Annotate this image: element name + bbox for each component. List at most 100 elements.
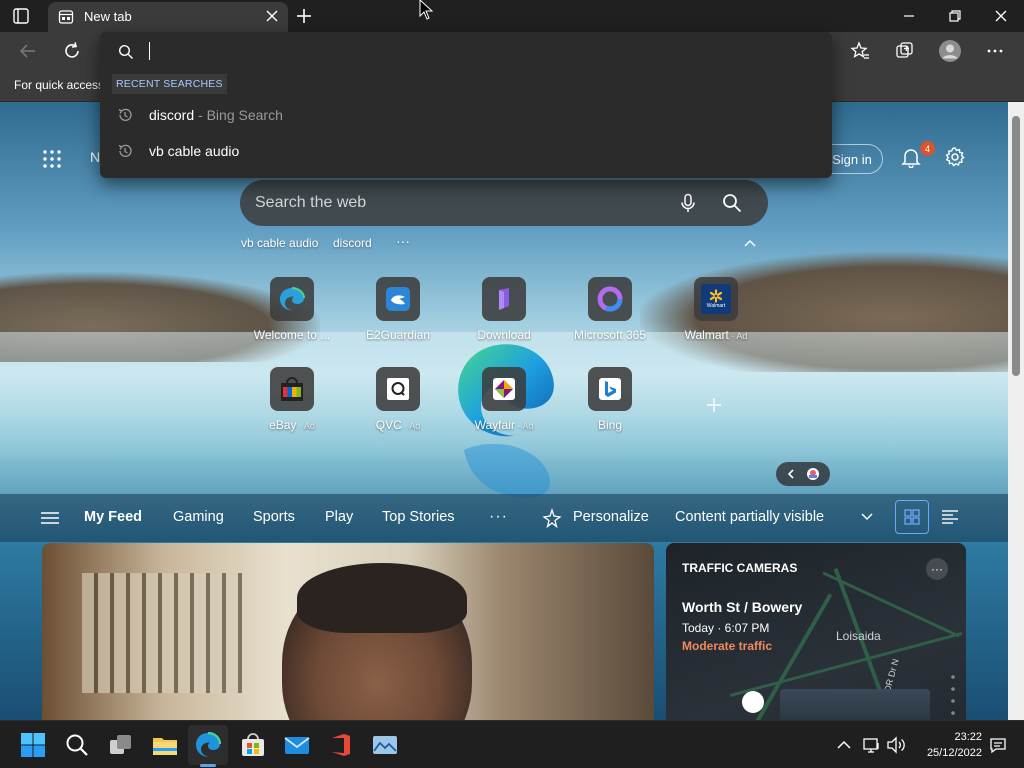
notification-count-badge: 4: [920, 141, 935, 156]
page-settings-gear-icon[interactable]: [944, 146, 966, 168]
quick-link-walmart[interactable]: Walmart Walmart · Ad: [668, 277, 764, 342]
chevron-down-icon[interactable]: [860, 512, 874, 522]
search-icon[interactable]: [722, 193, 742, 213]
quick-link-welcome[interactable]: Welcome to ...: [244, 277, 340, 342]
traffic-cameras-card[interactable]: TRAFFIC CAMERAS ··· Worth St / Bowery To…: [666, 543, 966, 720]
app-launcher-icon[interactable]: [42, 149, 62, 169]
notifications-bell-icon[interactable]: [900, 146, 922, 168]
quick-link-microsoft-365[interactable]: Microsoft 365: [562, 277, 658, 342]
file-explorer-icon[interactable]: [152, 732, 178, 758]
favorites-bar-hint: For quick access: [14, 78, 105, 92]
web-search-box[interactable]: Search the web: [240, 180, 768, 226]
chevron-up-icon[interactable]: [743, 238, 757, 248]
traffic-location: Worth St / Bowery: [682, 599, 803, 615]
news-image-background: [82, 573, 242, 693]
volume-icon[interactable]: [886, 735, 906, 755]
tab-title: New tab: [84, 9, 132, 24]
minimize-icon: [904, 15, 914, 17]
search-icon[interactable]: [64, 732, 90, 758]
quick-link-label: eBay: [269, 418, 297, 432]
grid-layout-button[interactable]: [895, 500, 929, 534]
quick-link-qvc[interactable]: QVC · Ad: [350, 367, 446, 432]
quick-link-e2guardian[interactable]: E2Guardian: [350, 277, 446, 342]
ad-marker: · Ad: [296, 421, 315, 431]
feed-tab-sports[interactable]: Sports: [253, 509, 295, 525]
content-visibility-dropdown[interactable]: Content partially visible: [675, 509, 824, 525]
list-layout-icon: [942, 510, 958, 524]
feed-tab-play[interactable]: Play: [325, 509, 353, 525]
page-scrollbar[interactable]: [1008, 102, 1024, 720]
news-story-image[interactable]: [42, 543, 654, 720]
quick-link-label: Microsoft 365: [573, 328, 647, 342]
quick-link-label: Walmart: [684, 328, 729, 342]
windows-start-icon[interactable]: [20, 732, 46, 758]
recent-search-query: discord: [149, 107, 195, 123]
feed-tab-my-feed[interactable]: My Feed: [84, 509, 142, 525]
suggestions-more-button[interactable]: ···: [396, 233, 410, 249]
traffic-time: Today · 6:07 PM: [682, 621, 770, 635]
traffic-card-header: TRAFFIC CAMERAS: [682, 561, 798, 575]
quick-link-label: Download: [477, 328, 531, 342]
quick-link-ebay[interactable]: eBay · Ad: [244, 367, 340, 432]
ad-marker: · Ad: [514, 421, 534, 431]
scrollbar-thumb[interactable]: [1012, 116, 1020, 376]
background-pager[interactable]: [776, 462, 830, 486]
office-icon[interactable]: [328, 732, 354, 758]
task-view-icon[interactable]: [108, 732, 134, 758]
network-monitor-icon[interactable]: [862, 735, 882, 755]
refresh-icon[interactable]: [62, 41, 82, 61]
tab-actions-icon[interactable]: [12, 7, 30, 25]
close-window-button[interactable]: [978, 0, 1024, 32]
chevron-up-icon[interactable]: [834, 735, 854, 755]
quick-link-bing[interactable]: Bing: [562, 367, 658, 432]
web-search-placeholder: Search the web: [255, 194, 367, 211]
clock-date: 25/12/2022: [926, 747, 982, 759]
recent-search-query: vb cable audio: [149, 143, 240, 159]
feed-tab-gaming[interactable]: Gaming: [173, 509, 224, 525]
address-bar-input[interactable]: [149, 42, 150, 60]
personalize-button[interactable]: Personalize: [573, 509, 649, 525]
microphone-icon[interactable]: [678, 193, 698, 213]
grid-layout-icon: [904, 509, 920, 525]
quick-link-wayfair[interactable]: Wayfair · Ad: [456, 367, 552, 432]
page-header-partial: N: [90, 149, 101, 165]
edge-logo-reflection: [464, 443, 550, 498]
profile-avatar-icon[interactable]: [938, 39, 962, 63]
feed-tab-top-stories[interactable]: Top Stories: [382, 509, 455, 525]
new-tab-page: N Sign in 4 Search the web vb cable audi…: [0, 102, 1008, 720]
mail-icon[interactable]: [284, 732, 310, 758]
feed-more-button[interactable]: ···: [489, 508, 508, 526]
chevron-left-icon[interactable]: [786, 468, 796, 480]
new-tab-plus-icon[interactable]: [294, 6, 314, 26]
collections-icon[interactable]: [895, 41, 915, 61]
quick-link-label: QVC: [375, 418, 402, 432]
notification-center-icon[interactable]: [988, 735, 1008, 755]
hamburger-menu-icon[interactable]: [40, 510, 60, 526]
edge-taskbar-icon[interactable]: [195, 732, 221, 758]
minimize-button[interactable]: [886, 0, 932, 32]
camera-pin-icon[interactable]: [742, 691, 764, 713]
back-arrow-icon[interactable]: [18, 41, 38, 61]
traffic-camera-thumbnail[interactable]: [780, 689, 930, 720]
microsoft-store-icon[interactable]: [240, 732, 266, 758]
search-suggestion[interactable]: discord: [333, 236, 372, 250]
system-clock[interactable]: 23:22 25/12/2022: [916, 729, 982, 761]
tab-new-tab[interactable]: New tab: [48, 2, 288, 32]
favorites-star-icon[interactable]: [850, 41, 870, 61]
image-info-icon[interactable]: [806, 467, 820, 481]
recent-searches-label: RECENT SEARCHES: [112, 74, 227, 94]
map-road: [822, 571, 960, 638]
close-tab-icon[interactable]: [266, 10, 278, 22]
list-layout-button[interactable]: [933, 500, 967, 534]
settings-more-icon[interactable]: [985, 41, 1005, 61]
recent-search-item[interactable]: discord - Bing Search: [100, 98, 832, 132]
restore-icon: [949, 10, 961, 22]
personalize-sparkle-icon[interactable]: [542, 508, 562, 528]
traffic-card-menu-button[interactable]: ···: [926, 558, 948, 580]
photos-icon[interactable]: [372, 732, 398, 758]
restore-button[interactable]: [932, 0, 978, 32]
recent-search-item[interactable]: vb cable audio: [100, 134, 832, 168]
add-quick-link-plus-icon[interactable]: [705, 396, 723, 414]
search-suggestion[interactable]: vb cable audio: [241, 236, 318, 250]
quick-link-download[interactable]: Download: [456, 277, 552, 342]
